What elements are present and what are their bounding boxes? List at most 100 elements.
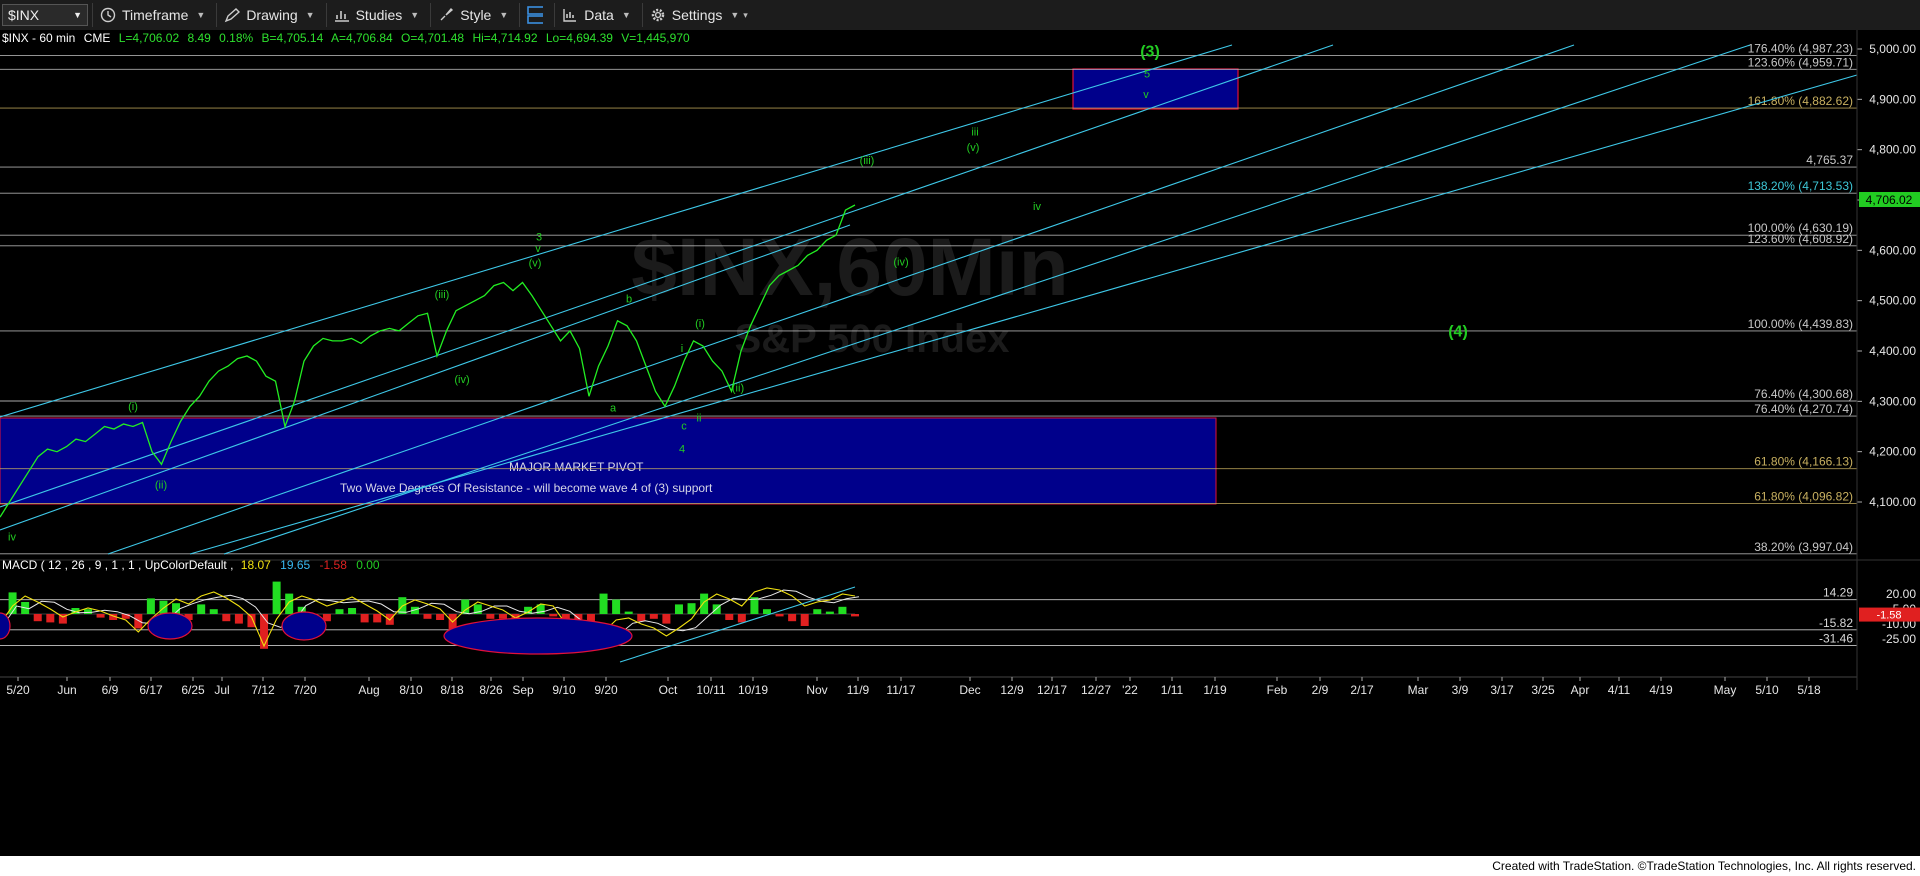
clock-icon	[100, 7, 116, 23]
time-tick-label: 6/9	[102, 683, 119, 697]
time-tick-label: 11/17	[886, 683, 915, 697]
symbol-value: $INX	[8, 7, 40, 23]
macd-hist-badge-text: -1.58	[1876, 610, 1901, 622]
studies-label: Studies	[355, 7, 403, 23]
time-tick-label: 12/9	[1000, 683, 1024, 697]
gear-icon	[650, 7, 666, 23]
wave-label: (iii)	[435, 289, 450, 301]
symbol-selector[interactable]: $INX ▼	[2, 4, 88, 26]
macd-histogram-bar	[498, 614, 507, 619]
macd-histogram-bar	[813, 609, 822, 614]
wave-label: v	[1143, 89, 1149, 101]
wave-label: c	[681, 421, 687, 433]
drawing-button[interactable]: Drawing ▼	[216, 3, 321, 27]
macd-histogram-bar	[637, 614, 646, 622]
symbol-info: $INX - 60 min	[2, 31, 75, 45]
macd-histogram-bar	[825, 611, 834, 614]
price-tick-label: 4,300.00	[1869, 394, 1916, 408]
layout-button[interactable]	[519, 3, 550, 27]
pivot-title: MAJOR MARKET PIVOT	[509, 460, 644, 474]
macd-histogram-bar	[838, 606, 847, 614]
caret-down-icon: ▼	[305, 10, 315, 20]
time-tick-label: Apr	[1571, 683, 1590, 697]
macd-histogram-bar	[272, 581, 281, 614]
macd-histogram-bar	[737, 614, 746, 623]
caret-down-icon: ▼	[196, 10, 206, 20]
pivot-note: Two Wave Degrees Of Resistance - will be…	[340, 481, 713, 495]
fib-label: 76.40% (4,270.74)	[1754, 402, 1853, 416]
data-button[interactable]: Data ▼	[554, 3, 638, 27]
macd-histogram-bar	[762, 609, 771, 614]
wave-label: i	[681, 343, 683, 355]
time-tick-label: 1/19	[1203, 683, 1227, 697]
fib-label: 100.00% (4,439.83)	[1748, 317, 1853, 331]
macd-histogram-bar	[285, 593, 294, 614]
pencil-icon	[224, 7, 241, 23]
fib-label: 176.40% (4,987.23)	[1748, 41, 1853, 55]
fib-label: 76.40% (4,300.68)	[1754, 387, 1853, 401]
macd-level-label: -31.46	[1819, 631, 1853, 645]
time-tick-label: 3/9	[1452, 683, 1469, 697]
fib-label: 123.60% (4,608.92)	[1748, 232, 1853, 246]
macd-histogram-bar	[423, 614, 432, 619]
price-tick-label: 4,400.00	[1869, 344, 1916, 358]
studies-button[interactable]: Studies ▼	[325, 3, 427, 27]
time-tick-label: 7/12	[251, 683, 275, 697]
macd-histogram-bar	[348, 608, 357, 614]
timeframe-label: Timeframe	[122, 7, 189, 23]
wave-label: ii	[697, 412, 702, 424]
wave-label: (iv)	[454, 374, 469, 386]
time-tick-label: Jun	[57, 683, 76, 697]
fib-label: 61.80% (4,096.82)	[1754, 490, 1853, 504]
price-tick-label: 4,600.00	[1869, 243, 1916, 257]
style-button[interactable]: Style ▼	[430, 3, 515, 27]
time-tick-label: Nov	[806, 683, 827, 697]
macd-params: MACD ( 12 , 26 , 9 , 1 , 1 , UpColorDefa…	[2, 558, 233, 572]
fib-label: 61.80% (4,166.13)	[1754, 455, 1853, 469]
macd-histogram-bar	[612, 599, 621, 614]
macd-histogram-bar	[373, 614, 382, 623]
time-tick-label: 10/19	[738, 683, 768, 697]
price-tick-label: 5,000.00	[1869, 42, 1916, 56]
wave-label: (ii)	[155, 479, 167, 491]
caret-down-icon: ▼	[621, 10, 631, 20]
footer-credit: Created with TradeStation. ©TradeStation…	[0, 856, 1920, 876]
time-tick-label: 12/27	[1081, 683, 1111, 697]
time-tick-label: 9/10	[552, 683, 576, 697]
watermark-symbol: $INX,60Min	[631, 222, 1068, 313]
open: O=4,701.48	[401, 31, 464, 45]
ask: A=4,706.84	[331, 31, 393, 45]
chart-area[interactable]: $INX - 60 min CME L=4,706.02 8.49 0.18% …	[0, 30, 1920, 856]
time-tick-label: 2/17	[1350, 683, 1374, 697]
price-tick-label: 4,100.00	[1869, 495, 1916, 509]
wave-label: (4)	[1448, 323, 1468, 340]
caret-down-icon: ▾	[743, 9, 748, 20]
style-label: Style	[460, 7, 492, 23]
timeframe-button[interactable]: Timeframe ▼	[92, 3, 212, 27]
wave-label: (i)	[128, 401, 138, 413]
wave-label: iii	[971, 127, 978, 139]
signal-value: 19.65	[280, 558, 310, 572]
wave-label: a	[610, 402, 617, 414]
time-tick-label: Feb	[1267, 683, 1288, 697]
chevron-down-icon: ▼	[73, 10, 82, 20]
wave-label: 4	[679, 444, 685, 456]
time-tick-label: May	[1714, 683, 1737, 697]
macd-axis-label: 20.00	[1886, 587, 1916, 601]
macd-oversold-marker	[443, 617, 633, 655]
settings-button[interactable]: Settings ▼ ▾	[641, 3, 755, 27]
macd-histogram-bar	[851, 614, 859, 617]
toolbar: $INX ▼ Timeframe ▼ Drawing ▼ Studies ▼ S…	[0, 0, 1920, 31]
studies-chart-icon	[334, 7, 350, 23]
macd-histogram-bar	[800, 614, 809, 626]
macd-histogram-bar	[436, 614, 445, 620]
wave-label: v	[535, 243, 541, 255]
wave-label: (ii)	[732, 382, 744, 394]
time-tick-label: 4/19	[1649, 683, 1673, 697]
macd-histogram-bar	[222, 614, 231, 622]
macd-histogram-bar	[46, 614, 55, 623]
macd-axis-label: -25.00	[1882, 632, 1916, 646]
time-tick-label: Jul	[214, 683, 229, 697]
macd-level-label: 14.29	[1823, 586, 1853, 600]
change: 8.49	[187, 31, 211, 45]
